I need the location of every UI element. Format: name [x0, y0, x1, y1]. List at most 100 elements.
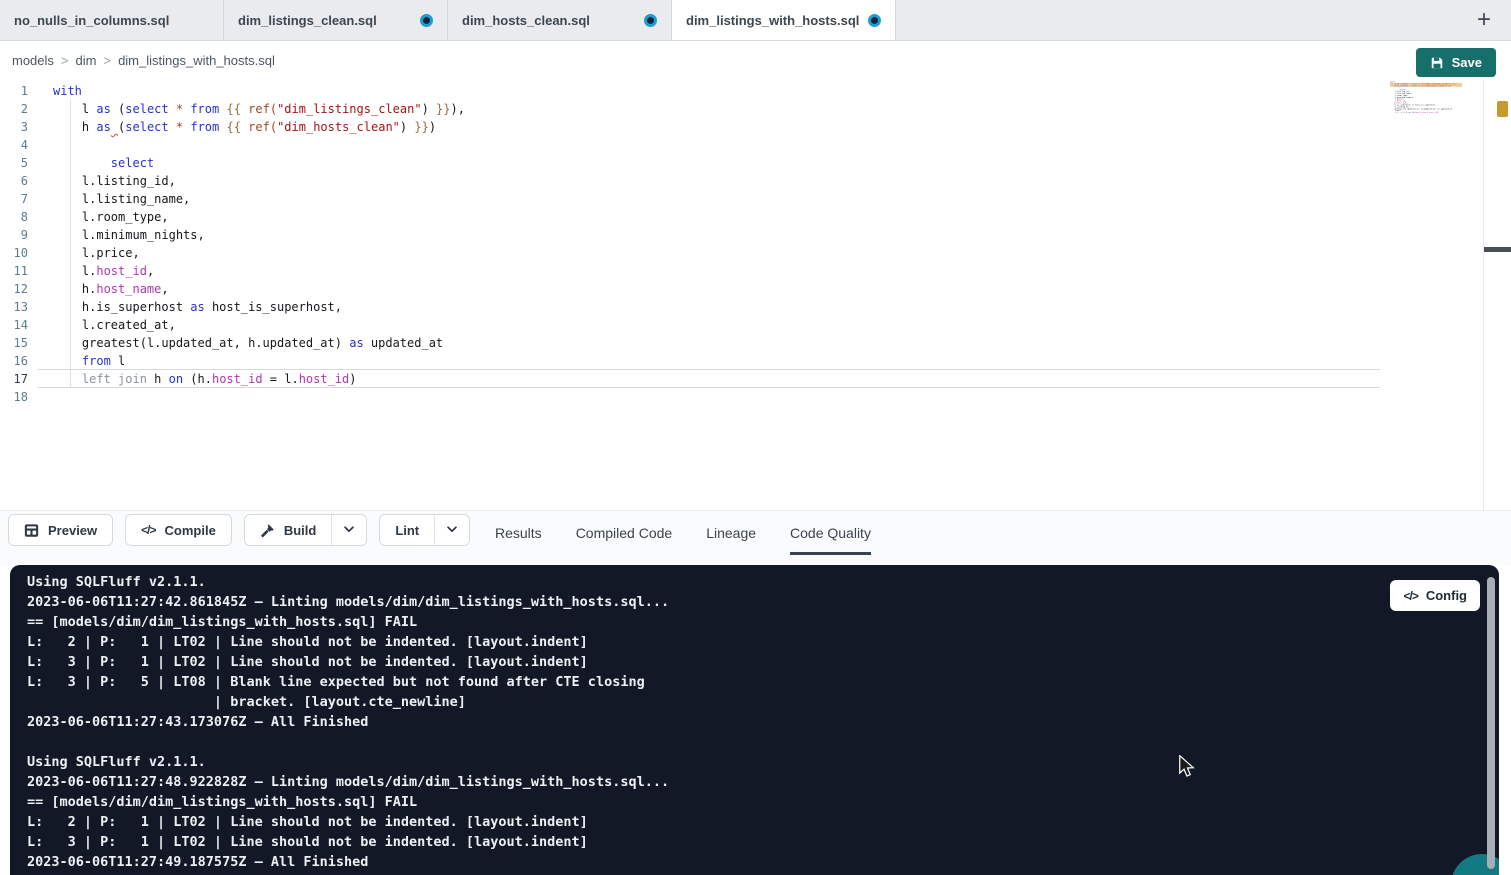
code-line[interactable]: 8 l.room_type, [0, 208, 465, 226]
tab-dim_listings_with_hosts.sql[interactable]: dim_listings_with_hosts.sql [672, 0, 896, 40]
code-token: l.listing_name, [53, 192, 190, 206]
panel-tab-lineage[interactable]: Lineage [706, 511, 756, 555]
minimap-content: with l as (select * from {{ ref("dim_lis… [1390, 81, 1462, 116]
code-line[interactable]: 13 h.is_superhost as host_is_superhost, [0, 298, 465, 316]
code-token [53, 372, 82, 386]
button-group-build: Build [244, 514, 368, 546]
terminal-scrollbar[interactable] [1487, 577, 1495, 869]
code-token: host_id [1429, 111, 1437, 113]
code-line[interactable]: 4 [0, 136, 465, 154]
code-text: from l [53, 352, 125, 370]
build-dropdown-button[interactable] [331, 515, 366, 545]
code-token: "dim_hosts_clean" [1426, 85, 1446, 87]
terminal-panel[interactable]: Using SQLFluff v2.1.1. 2023-06-06T11:27:4… [10, 565, 1499, 875]
line-number: 11 [0, 262, 28, 280]
modified-dot-icon [420, 14, 433, 27]
code-token: ref( [248, 102, 277, 116]
tab-no_nulls_in_columns.sql[interactable]: no_nulls_in_columns.sql [0, 0, 224, 40]
code-token: from [190, 102, 219, 116]
code-token: ) [1450, 85, 1451, 87]
code-token: l.listing_id, [53, 174, 176, 188]
code-token: h. [53, 282, 96, 296]
code-token: h [147, 372, 169, 386]
code-line[interactable]: 12 h.host_name, [0, 280, 465, 298]
build-button[interactable]: Build [245, 515, 332, 545]
code-token: updated_at [1440, 108, 1453, 110]
code-icon: </> [141, 523, 155, 537]
code-text: l.host_id, [53, 262, 154, 280]
code-token: host_id [1415, 111, 1423, 113]
button-group-preview: Preview [8, 514, 113, 546]
tab-label: dim_listings_with_hosts.sql [686, 13, 859, 28]
code-line[interactable]: 6 l.listing_id, [0, 172, 465, 190]
terminal-line [27, 732, 669, 752]
code-token: l [53, 102, 96, 116]
code-token: updated_at [364, 336, 443, 350]
code-editor[interactable]: 1with2 l as (select * from {{ ref("dim_l… [0, 80, 1511, 510]
terminal-line: L: 3 | P: 1 | LT02 | Line should not be … [27, 652, 669, 672]
terminal-line: 2023-06-06T11:27:43.173076Z — All Finish… [27, 712, 669, 732]
code-token: left join [1395, 111, 1405, 113]
tab-dim_listings_clean.sql[interactable]: dim_listings_clean.sql [224, 0, 448, 40]
bottom-toolbar: Preview </>Compile Build Lint Results Compil… [0, 510, 1511, 565]
code-token: h [53, 120, 96, 134]
code-line[interactable]: 2 l as (select * from {{ ref("dim_listin… [0, 100, 465, 118]
code-token: select [111, 156, 154, 170]
code-line[interactable]: 18 [0, 388, 465, 406]
tab-label: dim_hosts_clean.sql [462, 13, 590, 28]
editor-lines: 1with2 l as (select * from {{ ref("dim_l… [0, 82, 465, 406]
table-icon [24, 523, 39, 538]
code-token: ) [400, 120, 414, 134]
preview-button[interactable]: Preview [9, 515, 112, 545]
code-token: }} [436, 102, 450, 116]
panel-tab-results[interactable]: Results [495, 511, 542, 555]
code-token: ref( [248, 120, 277, 134]
code-icon: </> [1403, 589, 1417, 603]
compile-button[interactable]: </>Compile [126, 515, 231, 545]
line-number: 18 [0, 388, 28, 406]
code-token: on [169, 372, 183, 386]
panel-tab-code-quality[interactable]: Code Quality [790, 511, 871, 555]
lint-button[interactable]: Lint [380, 515, 434, 545]
code-token: l.price, [53, 246, 140, 260]
minimap[interactable]: with l as (select * from {{ ref("dim_lis… [1390, 81, 1464, 211]
lint-dropdown-button[interactable] [434, 515, 469, 545]
panel-tab-compiled-code[interactable]: Compiled Code [576, 511, 673, 555]
code-line[interactable]: 17 left join h on (h.host_id = l.host_id… [0, 370, 465, 388]
breadcrumb: models>dim>dim_listings_with_hosts.sql [12, 41, 275, 80]
new-tab-button[interactable]: + [1473, 8, 1495, 32]
code-token: from [190, 120, 219, 134]
code-token: l.room_type, [53, 210, 169, 224]
code-token: h.is_superhost [53, 300, 190, 314]
code-line[interactable]: 5 select [0, 154, 465, 172]
code-text: l.listing_name, [53, 190, 190, 208]
code-text: l.room_type, [53, 208, 169, 226]
code-text: select [53, 154, 154, 172]
terminal-line: Using SQLFluff v2.1.1. [27, 572, 669, 592]
code-line[interactable]: 7 l.listing_name, [0, 190, 465, 208]
code-token: , [161, 282, 168, 296]
code-token: select [125, 102, 168, 116]
terminal-line: L: 3 | P: 5 | LT08 | Blank line expected… [27, 672, 669, 692]
code-line[interactable]: 3 h as (select * from {{ ref("dim_hosts_… [0, 118, 465, 136]
code-line[interactable]: 16 from l [0, 352, 465, 370]
code-text: l.minimum_nights, [53, 226, 205, 244]
code-line[interactable]: 14 l.created_at, [0, 316, 465, 334]
code-text: h.is_superhost as host_is_superhost, [53, 298, 342, 316]
save-button[interactable]: Save [1416, 48, 1496, 77]
line-number: 3 [0, 118, 28, 136]
code-line[interactable]: 10 l.price, [0, 244, 465, 262]
config-button[interactable]: </> Config [1390, 580, 1480, 611]
terminal-line: 2023-06-06T11:27:49.187575Z — All Finish… [27, 852, 669, 872]
tab-dim_hosts_clean.sql[interactable]: dim_hosts_clean.sql [448, 0, 672, 40]
code-text: h as (select * from {{ ref("dim_hosts_cl… [53, 118, 436, 136]
code-line[interactable]: 9 l.minimum_nights, [0, 226, 465, 244]
line-number: 16 [0, 352, 28, 370]
code-token [53, 354, 82, 368]
code-token: ) [1437, 111, 1438, 113]
code-line[interactable]: 11 l.host_id, [0, 262, 465, 280]
line-number: 5 [0, 154, 28, 172]
panel-tabs: Results Compiled Code Lineage Code Quality [495, 511, 871, 555]
code-line[interactable]: 15 greatest(l.updated_at, h.updated_at) … [0, 334, 465, 352]
code-line[interactable]: 1with [0, 82, 465, 100]
